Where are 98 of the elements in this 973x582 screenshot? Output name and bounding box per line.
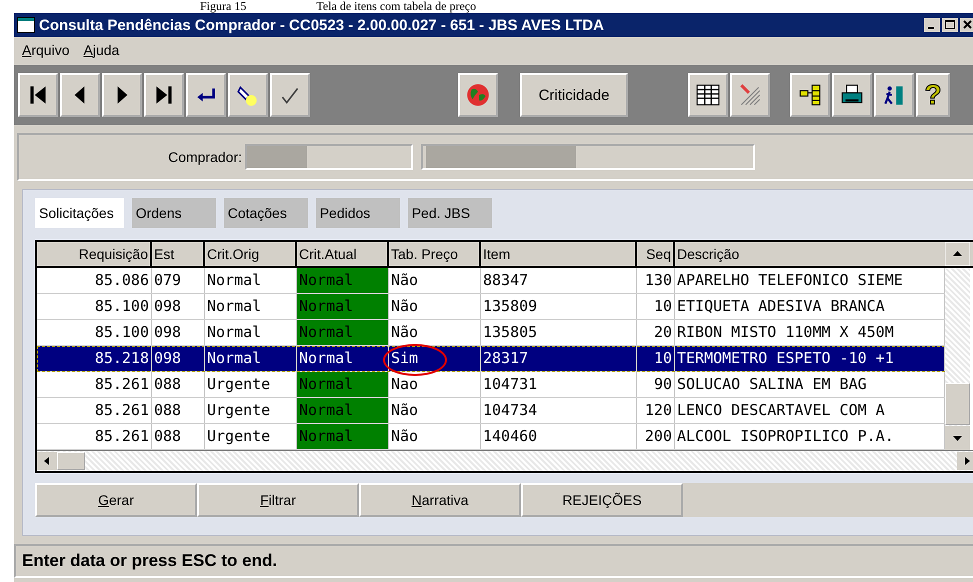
table-cell: Não xyxy=(389,268,481,293)
action-button[interactable]: Filtrar xyxy=(197,483,359,517)
grid-icon xyxy=(695,82,721,108)
table-cell: 28317 xyxy=(481,346,637,371)
grid-button[interactable] xyxy=(688,73,728,117)
printer-button[interactable] xyxy=(832,73,872,117)
table-cell: 85.218 xyxy=(37,346,152,371)
enter-button[interactable] xyxy=(186,73,226,117)
globe-button[interactable] xyxy=(458,73,498,117)
tab[interactable]: Pedidos xyxy=(316,198,400,228)
table-cell: 098 xyxy=(152,346,205,371)
table-cell: 088 xyxy=(152,398,205,423)
table-cell: 104731 xyxy=(481,372,637,397)
table-cell: 10 xyxy=(637,294,675,319)
table-row[interactable]: 85.261 088 Urgente Normal Nao 104731 90 SOLUCAO SALINA EM BAG xyxy=(37,372,945,398)
tab[interactable]: Ped. JBS xyxy=(408,198,492,228)
minimize-icon[interactable] xyxy=(924,18,940,32)
scroll-up-icon[interactable] xyxy=(945,242,970,266)
vertical-scrollbar[interactable] xyxy=(945,268,970,450)
tree-button[interactable] xyxy=(790,73,830,117)
table-cell: 088 xyxy=(152,372,205,397)
column-header[interactable]: Tab. Preço xyxy=(389,242,481,266)
table-cell: Normal xyxy=(297,398,389,423)
table-cell: Normal xyxy=(297,268,389,293)
scroll-left-icon[interactable] xyxy=(37,452,57,470)
table-cell: 85.261 xyxy=(37,372,152,397)
column-header[interactable]: Crit.Orig xyxy=(205,242,297,266)
table-cell: 85.086 xyxy=(37,268,152,293)
scroll-down-icon[interactable] xyxy=(945,426,970,450)
maximize-icon[interactable] xyxy=(942,18,958,32)
window-icon xyxy=(17,17,35,33)
buyer-label: Comprador: xyxy=(167,149,242,165)
table-cell: Não xyxy=(389,294,481,319)
table-cell: 088 xyxy=(152,424,205,449)
scroll-thumb[interactable] xyxy=(945,383,970,425)
tab[interactable]: Solicitações xyxy=(35,198,124,228)
pencil-button[interactable] xyxy=(730,73,770,117)
tab[interactable]: Ordens xyxy=(132,198,216,228)
flashlight-button[interactable] xyxy=(228,73,268,117)
figure-caption-number: Figura 15 xyxy=(200,0,246,13)
table-cell: 10 xyxy=(637,346,675,371)
table-row[interactable]: 85.100 098 Normal Normal Não 135809 10 ETIQUETA ADESIVA BRANCA xyxy=(37,294,945,320)
action-button[interactable]: Narrativa xyxy=(359,483,521,517)
table-cell: 140460 xyxy=(481,424,637,449)
table-cell: Não xyxy=(389,398,481,423)
figure-caption-title: Tela de itens com tabela de preço xyxy=(316,0,476,13)
check-button[interactable] xyxy=(270,73,310,117)
table-cell: Normal xyxy=(297,294,389,319)
prev-button[interactable] xyxy=(60,73,100,117)
table-cell: 90 xyxy=(637,372,675,397)
menu-item[interactable]: Ajuda xyxy=(83,42,120,58)
status-message: Enter data or press ESC to end. xyxy=(22,551,278,571)
table-cell: 85.261 xyxy=(37,424,152,449)
table-cell: 200 xyxy=(637,424,675,449)
table-cell: Normal xyxy=(205,346,297,371)
table-row[interactable]: 85.086 079 Normal Normal Não 88347 130 APARELHO TELEFONICO SIEME xyxy=(37,268,945,294)
buyer-code-field[interactable] xyxy=(245,144,413,170)
table-cell: 120 xyxy=(637,398,675,423)
window-title: Consulta Pendências Comprador - CC0523 - 2.00.00.027 - 651 - JBS AVES LTDA xyxy=(39,16,604,34)
tab[interactable]: Cotações xyxy=(224,198,308,228)
last-button[interactable] xyxy=(144,73,184,117)
table-cell: Normal xyxy=(297,346,389,371)
table-cell: 20 xyxy=(637,320,675,345)
criticidade-button[interactable]: Criticidade xyxy=(520,73,628,117)
table-cell: 098 xyxy=(152,320,205,345)
close-icon[interactable] xyxy=(960,18,973,32)
column-header[interactable]: Item xyxy=(481,242,637,266)
table-cell: 88347 xyxy=(481,268,637,293)
table-cell: Não xyxy=(389,424,481,449)
table-cell: Normal xyxy=(297,424,389,449)
table-cell: Normal xyxy=(297,320,389,345)
table-cell: 098 xyxy=(152,294,205,319)
table-cell: 135805 xyxy=(481,320,637,345)
table-cell: Não xyxy=(389,320,481,345)
buyer-name-field[interactable] xyxy=(421,144,755,170)
action-button[interactable]: REJEIÇÕES xyxy=(521,483,683,517)
table-cell: 85.261 xyxy=(37,398,152,423)
column-header[interactable]: Crit.Atual xyxy=(297,242,389,266)
first-button[interactable] xyxy=(18,73,58,117)
next-button[interactable] xyxy=(102,73,142,117)
table-cell: Normal xyxy=(297,372,389,397)
menu-item[interactable]: Arquivo xyxy=(22,42,70,58)
column-header[interactable]: Est xyxy=(152,242,205,266)
tree-icon xyxy=(797,82,823,108)
action-button[interactable]: Gerar xyxy=(35,483,197,517)
table-cell: 104734 xyxy=(481,398,637,423)
scroll-thumb[interactable] xyxy=(57,452,85,470)
table-cell: 079 xyxy=(152,268,205,293)
globe-icon xyxy=(465,82,491,108)
table-cell: 135809 xyxy=(481,294,637,319)
table-row[interactable]: 85.261 088 Urgente Normal Não 104734 120 LENCO DESCARTAVEL COM A xyxy=(37,398,945,424)
table-cell: 85.100 xyxy=(37,320,152,345)
table-cell: Nao xyxy=(389,372,481,397)
scroll-right-icon[interactable] xyxy=(957,452,973,470)
horizontal-scrollbar[interactable] xyxy=(37,450,973,471)
table-cell: 85.100 xyxy=(37,294,152,319)
table-cell: 130 xyxy=(637,268,675,293)
exit-button[interactable] xyxy=(874,73,914,117)
